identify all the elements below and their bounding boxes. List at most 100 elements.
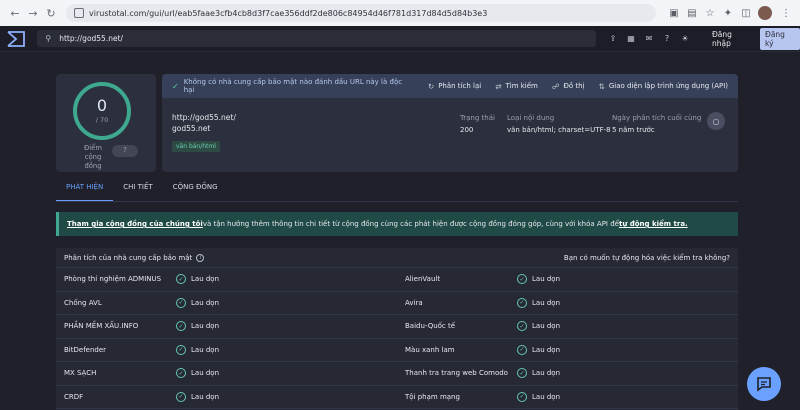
translate-icon[interactable]: ▤ (684, 5, 700, 21)
detection-ring: 0 / 70 (73, 82, 131, 140)
result-label: Lau dọn (191, 298, 220, 307)
address-bar[interactable]: virustotal.com/gui/url/eab5faae3cfb4cb8d… (66, 4, 656, 22)
content-tag[interactable]: văn bản/html (172, 141, 220, 152)
check-icon: ✓ (176, 274, 186, 285)
help-icon[interactable]: ? (658, 34, 676, 43)
vendor-result: ✓ Lau dọn (517, 297, 738, 308)
vendor-result: ✓ Lau dọn (176, 321, 397, 332)
last-analysis-meta: Ngày phân tích cuối cùng 5 năm trước (612, 114, 702, 134)
result-label: Lau dọn (532, 322, 561, 331)
api-button[interactable]: ⇅ Giao diện lập trình ứng dụng (API) (599, 82, 728, 91)
tab-detection[interactable]: PHÁT HIỆN (56, 182, 114, 202)
info-icon[interactable]: i (196, 253, 205, 262)
back-icon[interactable]: ← (6, 4, 24, 22)
check-icon: ✓ (176, 297, 186, 308)
vendor-result: ✓ Lau dọn (176, 391, 397, 402)
cast-icon[interactable]: ▣ (666, 5, 682, 21)
vendor-name: MX SẠCH (64, 369, 97, 378)
reload-icon[interactable]: ↻ (42, 4, 60, 22)
automate-question-link[interactable]: Bạn có muốn tự động hóa việc kiểm tra kh… (564, 254, 730, 262)
chat-icon[interactable]: ✉ (640, 34, 658, 43)
vendor-result: ✓ Lau dọn (176, 274, 397, 285)
vendor-name: BitDefender (64, 345, 107, 354)
grid-icon[interactable]: ▦ (622, 34, 640, 43)
join-community-link[interactable]: Tham gia cộng đồng của chúng tôi (67, 220, 203, 228)
upload-icon[interactable]: ⇪ (604, 34, 622, 43)
check-icon: ✓ (517, 344, 527, 355)
content-type-meta: Loại nội dung văn bản/html; charset=UTF-… (507, 114, 611, 134)
search-icon: ⚲ (45, 34, 52, 43)
domain-text[interactable]: god55.net (172, 123, 236, 134)
vendor-row: BitDefender ✓ Lau dọn Màu xanh lam ✓ Lau dọn (56, 339, 738, 362)
detection-total: / 70 (95, 116, 109, 124)
similar-icon: ⇄ (495, 81, 502, 91)
vendor-name: Thanh tra trang web Comodo (405, 369, 508, 378)
community-banner: Tham gia cộng đồng của chúng tôi và tận … (56, 212, 738, 236)
search-button[interactable]: ⇄ Tìm kiếm (495, 82, 538, 91)
search-input[interactable]: ⚲ http://god55.net/ (37, 30, 596, 47)
score-card: 0 / 70 Điểm cộng đồng ? (56, 74, 156, 172)
signup-button[interactable]: Đăng ký (760, 27, 800, 50)
tab-bar: PHÁT HIỆN CHI TIẾT CỘNG ĐỒNG (56, 182, 228, 202)
vendor-name: Avira (405, 298, 423, 307)
check-icon: ✓ (517, 368, 527, 379)
vendor-result: ✓ Lau dọn (176, 344, 397, 355)
vendor-name: AlienVault (405, 275, 441, 284)
vendor-row: Phòng thí nghiệm ADMINUS ✓ Lau dọn AlienVau… (56, 268, 738, 292)
check-icon: ✓ (517, 391, 527, 402)
automate-link[interactable]: tự động kiểm tra. (619, 220, 688, 228)
site-header: ⚲ http://god55.net/ ⇪ ▦ ✉ ? ☀ Đăng nhập … (0, 26, 800, 52)
vendor-name: Tội phạm mạng (405, 392, 460, 401)
vendor-table-title: Phân tích của nhà cung cấp bảo mật (64, 253, 193, 262)
login-link[interactable]: Đăng nhập (712, 30, 752, 48)
check-icon: ✓ (517, 297, 527, 308)
tab-community[interactable]: CỘNG ĐỒNG (163, 182, 228, 202)
community-score-toggle[interactable]: ? (112, 145, 138, 157)
chat-bubble-button[interactable] (747, 367, 781, 401)
vendor-name: Chống AVL (64, 298, 102, 307)
forward-icon[interactable]: → (24, 4, 42, 22)
community-score-label: Điểm cộng đồng (84, 144, 102, 170)
check-circle-icon: ✓ (172, 81, 179, 91)
profile-avatar[interactable] (758, 6, 772, 20)
analyzed-url: http://god55.net/ god55.net (172, 112, 236, 134)
menu-icon[interactable]: ⋮ (778, 5, 794, 21)
site-info-icon[interactable] (74, 8, 84, 18)
vendor-row: Chống AVL ✓ Lau dọn Avira ✓ Lau dọn (56, 292, 738, 315)
check-icon: ✓ (517, 321, 527, 332)
url-text[interactable]: http://god55.net/ (172, 112, 236, 123)
vendor-name: Phòng thí nghiệm ADMINUS (64, 275, 162, 284)
check-icon: ✓ (176, 391, 186, 402)
virustotal-logo-icon[interactable] (4, 27, 27, 51)
chat-bubble-icon (757, 377, 771, 392)
detection-count: 0 (96, 96, 108, 115)
result-label: Lau dọn (532, 345, 561, 354)
vendor-name: CRDF (64, 392, 84, 401)
theme-icon[interactable]: ☀ (676, 34, 694, 43)
result-label: Lau dọn (191, 392, 220, 401)
check-icon: ✓ (517, 274, 527, 285)
vendor-result: ✓ Lau dọn (517, 321, 738, 332)
result-label: Lau dọn (191, 322, 220, 331)
result-label: Lau dọn (532, 369, 561, 378)
sidepanel-icon[interactable]: ◫ (738, 5, 754, 21)
summary-card: ✓ Không có nhà cung cấp bảo mật nào đánh… (162, 74, 738, 172)
graph-button[interactable]: ☍ Đồ thị (552, 82, 585, 91)
vendor-result: ✓ Lau dọn (176, 368, 397, 379)
result-label: Lau dọn (191, 345, 220, 354)
extensions-icon[interactable]: ✦ (720, 5, 736, 21)
vendor-result: ✓ Lau dọn (517, 274, 738, 285)
tabs-divider (56, 201, 738, 202)
tab-details[interactable]: CHI TIẾT (113, 182, 162, 202)
graph-icon: ☍ (551, 81, 560, 91)
vendor-result: ✓ Lau dọn (176, 297, 397, 308)
check-icon: ✓ (176, 321, 186, 332)
banner-text: và tận hưởng thêm thông tin chi tiết từ … (202, 220, 619, 228)
reanalyze-button[interactable]: ↻ Phân tích lại (428, 82, 481, 91)
api-icon: ⇅ (598, 81, 605, 91)
result-label: Lau dọn (532, 275, 561, 284)
result-label: Lau dọn (191, 369, 220, 378)
star-icon[interactable]: ☆ (702, 5, 718, 21)
globe-icon[interactable]: ○ (707, 112, 725, 130)
check-icon: ✓ (176, 368, 186, 379)
